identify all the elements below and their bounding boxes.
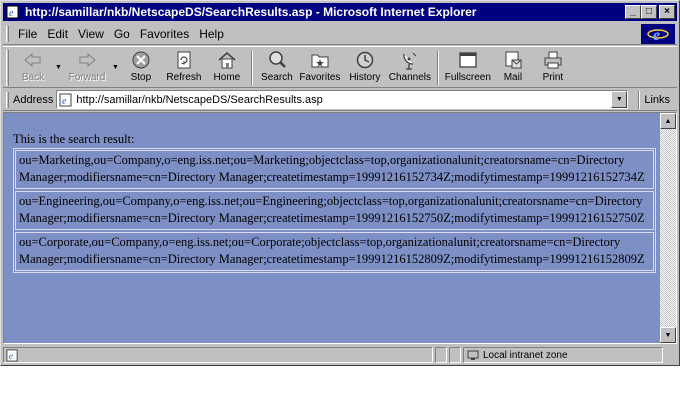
back-label: Back bbox=[21, 72, 45, 83]
fullscreen-button[interactable]: Fullscreen bbox=[443, 47, 493, 87]
refresh-icon bbox=[172, 49, 196, 71]
toolbar-grip[interactable] bbox=[6, 50, 9, 86]
stop-icon bbox=[129, 49, 153, 71]
status-bar: e Local intranet zone bbox=[3, 346, 677, 364]
mail-button[interactable]: Mail bbox=[493, 47, 533, 87]
forward-arrow-icon bbox=[75, 49, 99, 71]
menu-go[interactable]: Go bbox=[109, 27, 135, 41]
svg-text:e: e bbox=[9, 352, 13, 362]
result-row: ou=Marketing,ou=Company,o=eng.iss.net;ou… bbox=[15, 150, 654, 189]
address-bar: Address e http://samillar/nkb/NetscapeDS… bbox=[3, 89, 677, 111]
favorites-label: Favorites bbox=[299, 72, 341, 83]
scroll-up-button[interactable]: ▲ bbox=[660, 113, 676, 129]
window-title: http://samillar/nkb/NetscapeDS/SearchRes… bbox=[25, 5, 477, 19]
home-label: Home bbox=[213, 72, 241, 83]
channels-button[interactable]: Channels bbox=[387, 47, 433, 87]
refresh-button[interactable]: Refresh bbox=[161, 47, 207, 87]
back-dropdown-icon[interactable]: ▼ bbox=[55, 64, 62, 71]
vertical-scrollbar[interactable]: ▲ ▼ bbox=[660, 113, 676, 343]
print-label: Print bbox=[542, 72, 564, 83]
mail-icon bbox=[501, 49, 525, 71]
address-dropdown-icon[interactable]: ▼ bbox=[611, 91, 628, 108]
forward-label: Forward bbox=[68, 72, 106, 83]
fullscreen-icon bbox=[456, 49, 480, 71]
ie-page-icon: e bbox=[5, 4, 21, 20]
menu-grip[interactable] bbox=[6, 25, 9, 42]
search-button[interactable]: Search bbox=[257, 47, 297, 87]
menu-bar: File Edit View Go Favorites Help e bbox=[3, 23, 677, 45]
content-frame: This is the search result: ou=Marketing,… bbox=[3, 112, 677, 344]
stop-label: Stop bbox=[130, 72, 152, 83]
fullscreen-label: Fullscreen bbox=[444, 72, 491, 83]
intranet-zone-icon bbox=[467, 349, 479, 361]
ie-page-icon: e bbox=[59, 93, 73, 107]
menu-view[interactable]: View bbox=[73, 27, 109, 41]
history-icon bbox=[353, 49, 377, 71]
ie-logo-icon: e bbox=[641, 24, 675, 44]
print-button[interactable]: Print bbox=[533, 47, 573, 87]
standard-toolbar: Back ▼ Forward ▼ Stop Refresh Home Searc… bbox=[3, 46, 677, 88]
page-status-icon: e bbox=[6, 348, 19, 362]
refresh-label: Refresh bbox=[166, 72, 202, 83]
channels-satellite-icon bbox=[398, 49, 422, 71]
svg-text:e: e bbox=[9, 8, 14, 19]
address-input[interactable]: e http://samillar/nkb/NetscapeDS/SearchR… bbox=[56, 90, 629, 109]
status-main-panel: e bbox=[3, 347, 433, 363]
channels-label: Channels bbox=[388, 72, 431, 83]
minimize-button[interactable]: _ bbox=[625, 5, 641, 19]
toolbar-separator bbox=[436, 51, 439, 85]
back-button[interactable]: Back bbox=[13, 47, 53, 87]
page-content: This is the search result: ou=Marketing,… bbox=[4, 113, 660, 343]
title-bar[interactable]: e http://samillar/nkb/NetscapeDS/SearchR… bbox=[3, 3, 677, 21]
history-button[interactable]: History bbox=[343, 47, 387, 87]
status-panel bbox=[449, 347, 461, 363]
links-separator bbox=[638, 90, 641, 109]
links-button[interactable]: Links bbox=[644, 94, 670, 106]
maximize-button[interactable]: □ bbox=[641, 5, 657, 19]
address-grip[interactable] bbox=[6, 91, 9, 108]
menu-file[interactable]: File bbox=[13, 27, 42, 41]
menu-favorites[interactable]: Favorites bbox=[135, 27, 194, 41]
svg-text:e: e bbox=[653, 27, 660, 43]
mail-label: Mail bbox=[503, 72, 523, 83]
stop-button[interactable]: Stop bbox=[121, 47, 161, 87]
search-icon bbox=[265, 49, 289, 71]
browser-window: e http://samillar/nkb/NetscapeDS/SearchR… bbox=[0, 0, 680, 366]
address-url[interactable]: http://samillar/nkb/NetscapeDS/SearchRes… bbox=[76, 94, 322, 106]
favorites-folder-icon bbox=[308, 49, 332, 71]
status-panel bbox=[435, 347, 447, 363]
forward-dropdown-icon[interactable]: ▼ bbox=[112, 64, 119, 71]
forward-button[interactable]: Forward bbox=[64, 47, 110, 87]
home-icon bbox=[215, 49, 239, 71]
result-row: ou=Corporate,ou=Company,o=eng.iss.net;ou… bbox=[15, 232, 654, 271]
home-button[interactable]: Home bbox=[207, 47, 247, 87]
back-arrow-icon bbox=[21, 49, 45, 71]
toolbar-separator bbox=[250, 51, 253, 85]
address-label: Address bbox=[13, 93, 54, 106]
window-controls: _ □ × bbox=[625, 5, 675, 19]
security-zone-panel: Local intranet zone bbox=[463, 347, 663, 363]
close-button[interactable]: × bbox=[659, 5, 675, 19]
search-label: Search bbox=[261, 72, 293, 83]
svg-text:e: e bbox=[62, 96, 67, 107]
security-zone-label: Local intranet zone bbox=[483, 349, 568, 361]
menu-help[interactable]: Help bbox=[194, 27, 229, 41]
history-label: History bbox=[349, 72, 381, 83]
results-table: ou=Marketing,ou=Company,o=eng.iss.net;ou… bbox=[13, 148, 656, 273]
printer-icon bbox=[541, 49, 565, 71]
scroll-down-button[interactable]: ▼ bbox=[660, 327, 676, 343]
favorites-button[interactable]: Favorites bbox=[297, 47, 343, 87]
menu-edit[interactable]: Edit bbox=[42, 27, 73, 41]
result-row: ou=Engineering,ou=Company,o=eng.iss.net;… bbox=[15, 191, 654, 230]
search-result-heading: This is the search result: bbox=[13, 132, 135, 146]
